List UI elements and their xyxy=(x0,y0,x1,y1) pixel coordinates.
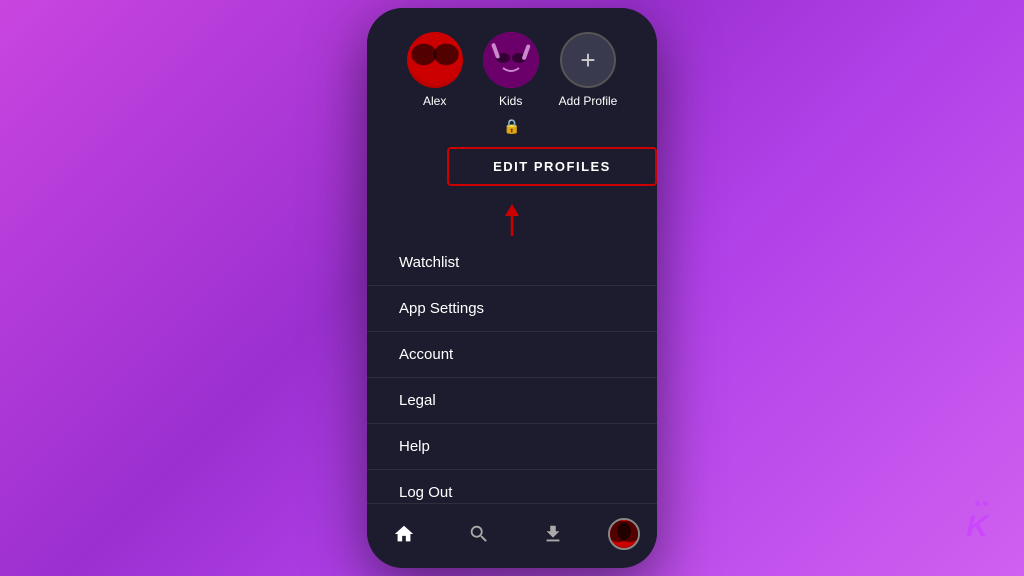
profile-name-kids: Kids xyxy=(499,94,522,108)
watermark: K xyxy=(966,501,988,544)
profile-item-add[interactable]: + Add Profile xyxy=(559,32,618,108)
profile-item-alex[interactable]: Alex xyxy=(407,32,463,108)
logo-text: K xyxy=(966,510,988,544)
annotation-arrow xyxy=(367,202,657,238)
nav-search[interactable] xyxy=(459,514,499,554)
nav-home[interactable] xyxy=(384,514,424,554)
bottom-nav xyxy=(367,503,657,568)
edit-profiles-button[interactable]: EDIT PROFILES xyxy=(447,147,657,186)
nav-profile-avatar[interactable] xyxy=(608,518,640,550)
nav-download[interactable] xyxy=(533,514,573,554)
avatar-kids[interactable] xyxy=(483,32,539,88)
profile-name-alex: Alex xyxy=(423,94,446,108)
menu-list: Watchlist App Settings Account Legal Hel… xyxy=(367,240,657,503)
menu-item-watchlist[interactable]: Watchlist xyxy=(367,240,657,286)
menu-item-help[interactable]: Help xyxy=(367,424,657,470)
menu-item-logout[interactable]: Log Out xyxy=(367,470,657,503)
lock-icon: 🔒 xyxy=(503,118,520,135)
profiles-section: Alex Ki xyxy=(367,8,657,116)
lock-icon-row: 🔒 xyxy=(367,116,657,143)
profile-item-kids[interactable]: Kids xyxy=(483,32,539,108)
menu-content: Alex Ki xyxy=(367,8,657,503)
profile-name-add: Add Profile xyxy=(559,94,618,108)
menu-item-app-settings[interactable]: App Settings xyxy=(367,286,657,332)
menu-item-account[interactable]: Account xyxy=(367,332,657,378)
phone-screen: Alex Ki xyxy=(367,8,657,568)
menu-item-legal[interactable]: Legal xyxy=(367,378,657,424)
avatar-add[interactable]: + xyxy=(560,32,616,88)
avatar-alex[interactable] xyxy=(407,32,463,88)
